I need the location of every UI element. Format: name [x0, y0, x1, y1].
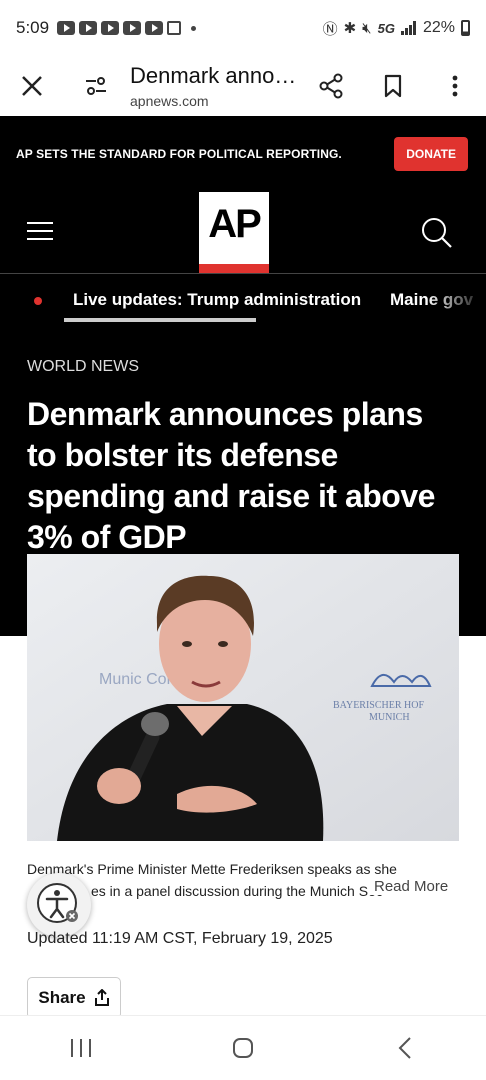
- ticker-item[interactable]: Live updates: Trump administration: [73, 290, 361, 310]
- ap-logo-bar: [199, 264, 269, 273]
- caption-line: Denmark's Prime Minister Mette Frederiks…: [27, 861, 397, 877]
- page-url: apnews.com: [130, 93, 209, 109]
- close-icon: [22, 76, 42, 96]
- site-settings-button[interactable]: [64, 56, 128, 116]
- youtube-icon: [79, 21, 98, 35]
- article-headline: Denmark announces plans to bolster its d…: [27, 396, 435, 555]
- ticker-active-underline: [64, 318, 256, 322]
- accessibility-icon: [37, 883, 78, 923]
- home-icon: [233, 1038, 253, 1058]
- ticker-fade: [426, 274, 486, 324]
- back-button[interactable]: [324, 1016, 486, 1080]
- youtube-icon: [57, 21, 76, 35]
- article-photo[interactable]: Munic Confer BAYERISCHER HOF MUNICH: [27, 554, 459, 841]
- network-type: 5G: [377, 20, 395, 36]
- status-bar: 5:09 Ⓝ ✱ 🔇︎ 5G 22%: [0, 0, 486, 56]
- tune-icon: [86, 77, 106, 95]
- recent-apps-icon: [71, 1039, 91, 1057]
- photo-text-right-2: MUNICH: [369, 712, 410, 723]
- home-button[interactable]: [162, 1016, 324, 1080]
- hamburger-icon-line: [27, 222, 53, 224]
- photo-illustration: Munic Confer BAYERISCHER HOF MUNICH: [27, 554, 459, 841]
- accessibility-button[interactable]: [27, 873, 91, 937]
- signal-icon: [400, 21, 416, 35]
- ap-logo-text: AP: [208, 202, 262, 246]
- page-title: Denmark anno…: [130, 63, 297, 88]
- system-nav-bar: [0, 1015, 486, 1080]
- more-options-button[interactable]: [424, 56, 486, 116]
- battery-icon: [461, 20, 470, 36]
- live-ticker: Live updates: Trump administration Maine…: [0, 274, 486, 324]
- system-icons: Ⓝ ✱ 🔇︎ 5G 22%: [323, 18, 470, 39]
- updated-timestamp: Updated 11:19 AM CST, February 19, 2025: [27, 930, 333, 947]
- youtube-icon: [101, 21, 120, 35]
- share-label: Share: [38, 988, 86, 1007]
- close-button[interactable]: [0, 56, 64, 116]
- mute-icon: 🔇︎: [362, 19, 372, 37]
- ap-logo[interactable]: AP: [199, 192, 269, 273]
- youtube-icon: [123, 21, 142, 35]
- bluetooth-icon: ✱: [343, 20, 357, 37]
- more-vertical-icon: [452, 75, 458, 97]
- logo-row: AP: [0, 192, 486, 274]
- search-icon: [422, 218, 452, 248]
- more-notifications-icon: [191, 25, 197, 31]
- bookmark-icon: [384, 74, 402, 98]
- battery-percent: 22%: [422, 19, 455, 36]
- nfc-icon: Ⓝ: [322, 20, 338, 38]
- menu-button[interactable]: [27, 222, 53, 242]
- live-dot-icon: [34, 297, 42, 305]
- promo-text: AP SETS THE STANDARD FOR POLITICAL REPOR…: [16, 147, 342, 161]
- page-title-block[interactable]: Denmark anno… apnews.com: [128, 63, 300, 109]
- hamburger-icon-line: [27, 230, 53, 232]
- bookmark-button[interactable]: [362, 56, 424, 116]
- read-more-link[interactable]: Read More: [368, 878, 455, 895]
- browser-toolbar: Denmark anno… apnews.com: [0, 56, 486, 116]
- section-label[interactable]: WORLD NEWS: [27, 358, 139, 376]
- share-page-button[interactable]: [300, 56, 362, 116]
- share-button[interactable]: Share: [27, 977, 121, 1019]
- back-icon: [398, 1037, 411, 1059]
- news-icon: [167, 21, 182, 35]
- search-button[interactable]: [420, 216, 454, 255]
- notification-icons: [57, 21, 197, 35]
- recent-apps-button[interactable]: [0, 1016, 162, 1080]
- share-upload-icon: [94, 989, 109, 1006]
- status-time: 5:09: [16, 18, 50, 37]
- share-icon: [319, 73, 343, 99]
- photo-text-right-1: BAYERISCHER HOF: [333, 700, 424, 711]
- donate-button[interactable]: DONATE: [394, 137, 468, 171]
- hamburger-icon-line: [27, 238, 53, 240]
- youtube-icon: [145, 21, 164, 35]
- promo-banner: AP SETS THE STANDARD FOR POLITICAL REPOR…: [0, 116, 486, 192]
